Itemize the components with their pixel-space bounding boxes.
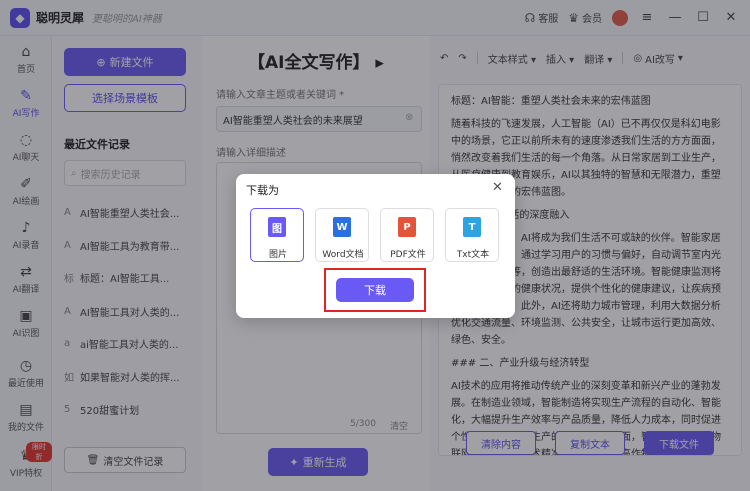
download-dialog: 下载为 ✕ 图图片 W Word文档 P PDF文件 T Txt文本 下载 xyxy=(236,174,515,318)
format-option-0[interactable]: 图图片 xyxy=(250,208,304,262)
dialog-title: 下载为 xyxy=(246,184,279,197)
format-option-2[interactable]: P PDF文件 xyxy=(380,208,434,262)
txt-icon: T xyxy=(463,217,481,237)
format-label: Word文档 xyxy=(322,250,364,260)
highlight-frame xyxy=(324,268,426,312)
format-label: Txt文本 xyxy=(456,250,490,260)
format-label: 图片 xyxy=(268,250,287,260)
pdf-icon: P xyxy=(398,217,416,237)
format-option-3[interactable]: T Txt文本 xyxy=(445,208,499,262)
format-label: PDF文件 xyxy=(390,250,426,260)
format-option-1[interactable]: W Word文档 xyxy=(315,208,369,262)
word-icon: W xyxy=(333,217,351,237)
image-icon: 图 xyxy=(268,217,286,237)
dialog-close-icon[interactable]: ✕ xyxy=(492,180,503,195)
